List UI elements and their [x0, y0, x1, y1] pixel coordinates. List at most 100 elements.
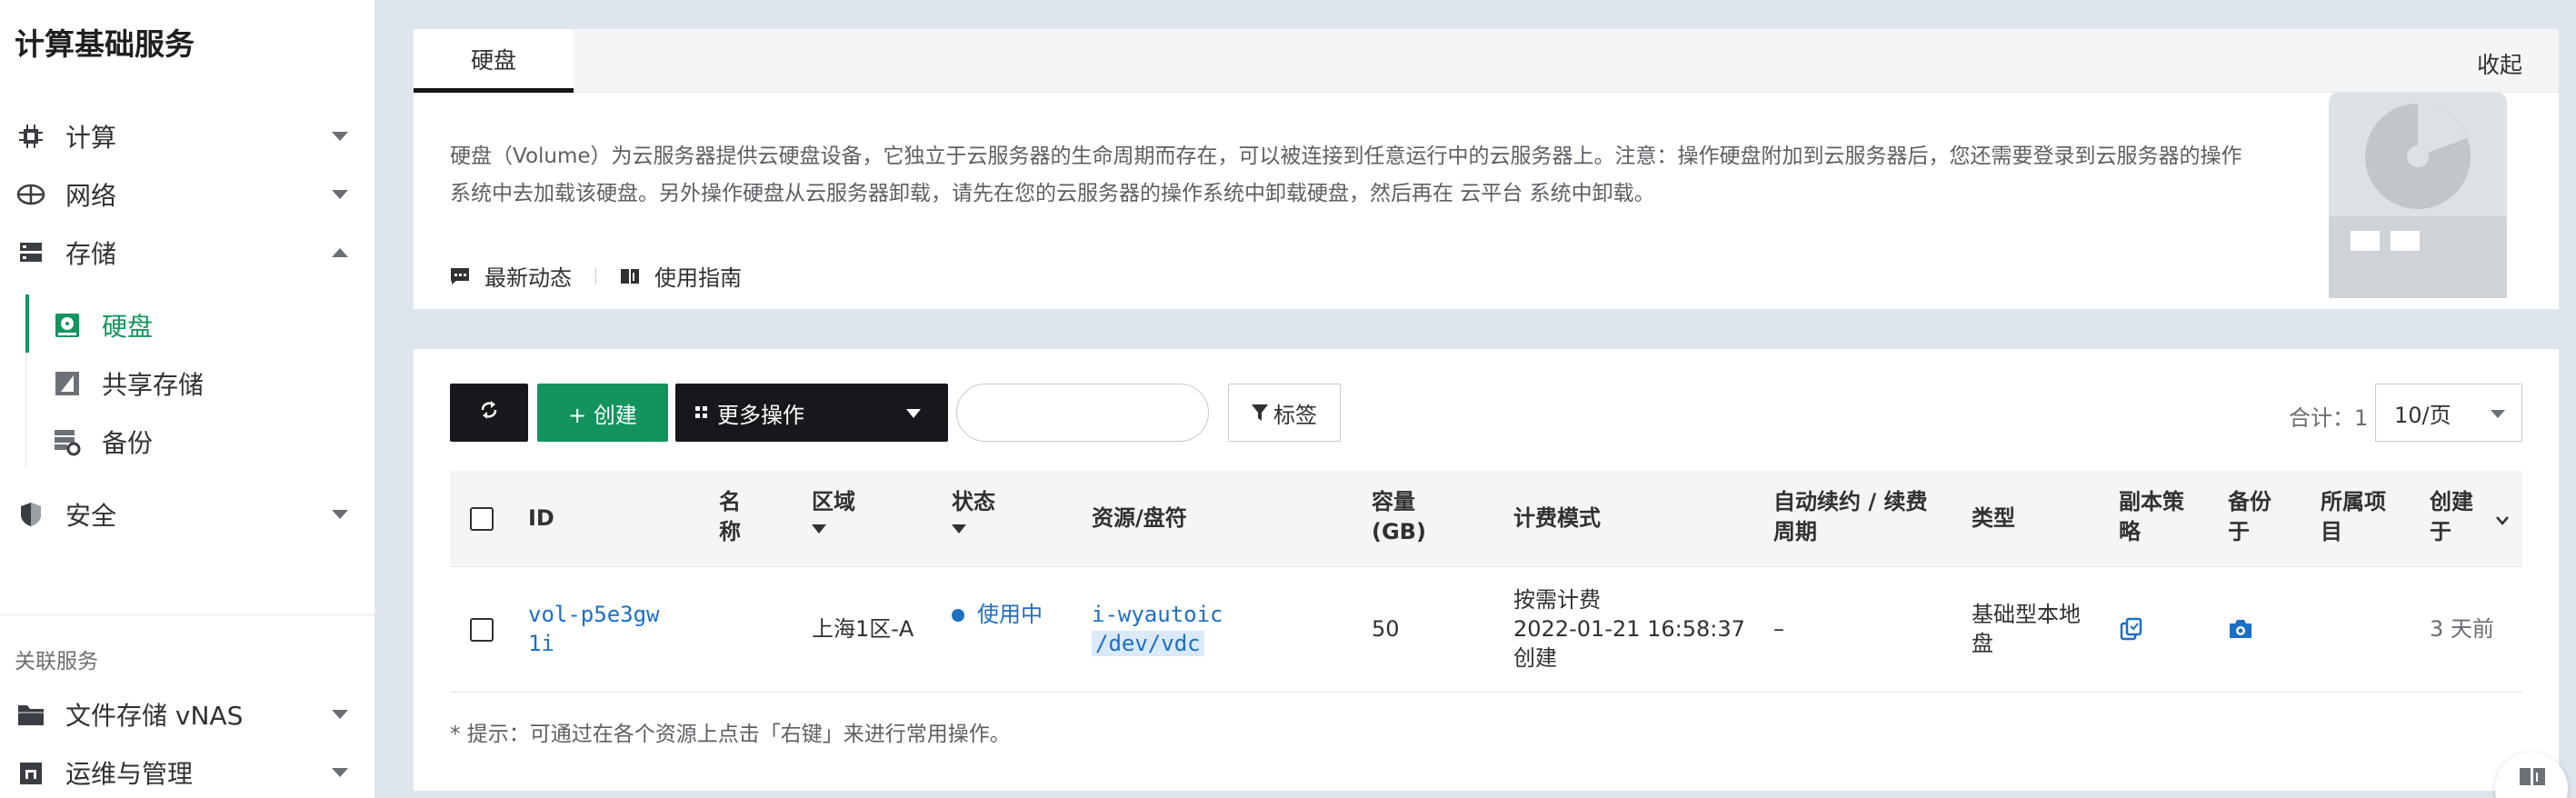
sidebar-item-label: 运维与管理 [65, 759, 194, 789]
sidebar-item-label: 硬盘 [102, 312, 154, 342]
col-created[interactable]: 创建于 [2430, 487, 2477, 547]
book-icon [2519, 765, 2546, 791]
disk-illustration-icon [2329, 93, 2507, 298]
sidebar-item-ops[interactable]: 运维与管理 [0, 747, 375, 798]
renew-value: – [1773, 616, 1784, 642]
billing-action: 创建 [1513, 645, 1557, 671]
sidebar-item-backup[interactable]: 备份 [25, 416, 375, 467]
billing-mode: 按需计费 [1513, 587, 1601, 613]
col-name[interactable]: 名称 [719, 487, 755, 547]
billing-value: 按需计费 2022-01-21 16:58:37 创建 [1513, 585, 1745, 673]
sidebar-item-label: 网络 [65, 181, 117, 211]
ops-icon [16, 758, 45, 787]
col-replica[interactable]: 副本策略 [2119, 487, 2188, 547]
sidebar-item-disk[interactable]: 硬盘 [25, 300, 375, 351]
sidebar-item-label: 共享存储 [102, 370, 205, 400]
camera-icon[interactable] [2228, 618, 2253, 643]
billing-time: 2022-01-21 16:58:37 [1513, 616, 1745, 642]
more-actions-dropdown[interactable]: 更多操作 [675, 384, 948, 442]
tag-filter-button[interactable]: 标签 [1228, 384, 1341, 442]
col-capacity[interactable]: 容量(GB) [1372, 487, 1428, 547]
total-count: 合计：1 [2289, 405, 2369, 431]
collapse-button[interactable]: 收起 [2477, 47, 2522, 80]
col-zone[interactable]: 区域 [812, 487, 855, 534]
chevron-down-icon [332, 710, 348, 719]
resource-instance[interactable]: i-wyautoic [1092, 600, 1223, 629]
sidebar-item-network[interactable]: 网络 [0, 169, 375, 220]
network-icon [16, 180, 45, 209]
refresh-icon [479, 400, 499, 425]
sidebar-item-compute[interactable]: 计算 [0, 111, 375, 162]
tab-disk[interactable]: 硬盘 [414, 29, 574, 93]
folder-icon [16, 700, 45, 729]
disk-icon [53, 311, 82, 340]
sidebar-item-label: 安全 [65, 501, 117, 531]
type-value: 基础型本地盘 [1972, 602, 2081, 656]
select-all-checkbox[interactable] [470, 507, 494, 531]
col-zone-label: 区域 [812, 489, 855, 514]
refresh-button[interactable] [450, 384, 528, 442]
backup-icon [53, 427, 82, 456]
table-header: ID 名称 区域 状态 资源/盘符 容量(GB) 计费模式 自动续约 / 续费周… [450, 471, 2522, 567]
chevron-down-icon[interactable] [2495, 513, 2510, 530]
col-renew[interactable]: 自动续约 / 续费周期 [1773, 487, 1946, 547]
storage-icon [16, 238, 45, 267]
col-project[interactable]: 所属项目 [2321, 487, 2391, 547]
volume-id-link[interactable]: vol-p5e3gw1i [528, 600, 664, 658]
resource-device: /dev/vdc [1092, 631, 1204, 656]
shield-icon [16, 500, 45, 529]
tag-label: 标签 [1273, 402, 1317, 428]
col-resource[interactable]: 资源/盘符 [1092, 504, 1187, 534]
news-link[interactable]: 最新动态 [450, 260, 572, 292]
row-checkbox[interactable] [470, 618, 494, 642]
table-row[interactable]: vol-p5e3gw1i 上海1区-A 使用中 i-wyautoic /dev/… [450, 567, 2522, 693]
chevron-down-icon [332, 190, 348, 199]
link-separator [595, 267, 596, 284]
description: 硬盘（Volume）为云服务器提供云硬盘设备，它独立于云服务器的生命周期而存在，… [450, 145, 2242, 205]
tabs-bar: 硬盘 收起 [414, 29, 2559, 93]
chip-icon [16, 122, 45, 151]
search-input[interactable] [956, 384, 1209, 442]
sidebar-item-label: 计算 [65, 123, 117, 153]
page-size-select[interactable]: 10/页 [2375, 384, 2522, 442]
info-card: 硬盘 收起 硬盘（Volume）为云服务器提供云硬盘设备，它独立于云服务器的生命… [414, 29, 2559, 309]
help-links: 最新动态 使用指南 [450, 260, 742, 292]
sidebar-item-label: 备份 [102, 428, 154, 458]
create-button[interactable]: + 创建 [537, 384, 668, 442]
related-services-title: 关联服务 [15, 650, 98, 673]
news-link-label: 最新动态 [484, 265, 572, 291]
replica-copy-icon[interactable] [2119, 616, 2144, 645]
shared-storage-icon [53, 369, 82, 398]
capacity-value: 50 [1372, 616, 1400, 642]
filter-caret-icon [812, 524, 826, 534]
status-value: 使用中 [952, 600, 1057, 629]
book-icon [620, 266, 640, 286]
chevron-up-icon [332, 248, 348, 257]
chevron-down-icon [2491, 410, 2505, 418]
grid-icon [695, 406, 708, 419]
col-billing[interactable]: 计费模式 [1513, 504, 1601, 534]
more-actions-label: 更多操作 [717, 402, 804, 428]
status-dot-icon [952, 609, 964, 622]
created-value: 3 天前 [2430, 616, 2494, 642]
guide-link-label: 使用指南 [654, 265, 742, 291]
sidebar-item-security[interactable]: 安全 [0, 489, 375, 540]
sidebar-item-shared-storage[interactable]: 共享存储 [25, 358, 375, 409]
col-status-label: 状态 [952, 489, 995, 514]
page-size-value: 10/页 [2394, 402, 2451, 428]
message-icon [450, 266, 470, 286]
chevron-down-icon [332, 510, 348, 519]
tip-text: * 提示：可通过在各个资源上点击「右键」来进行常用操作。 [450, 723, 1011, 746]
col-type[interactable]: 类型 [1972, 504, 2015, 534]
resource-link[interactable]: i-wyautoic /dev/vdc [1092, 600, 1223, 658]
sidebar-item-label: 文件存储 vNAS [65, 701, 244, 731]
col-status[interactable]: 状态 [952, 487, 995, 534]
col-backup[interactable]: 备份于 [2228, 487, 2275, 547]
sidebar-item-vnas[interactable]: 文件存储 vNAS [0, 689, 375, 740]
chevron-down-icon [332, 768, 348, 777]
volume-list-card: + 创建 更多操作 标签 合计：1 10/页 ID 名称 区域 状态 资源/盘符… [414, 349, 2559, 791]
guide-link[interactable]: 使用指南 [620, 260, 742, 292]
sidebar-title: 计算基础服务 [15, 26, 195, 62]
col-id[interactable]: ID [528, 504, 554, 534]
sidebar-item-storage[interactable]: 存储 [0, 227, 375, 278]
